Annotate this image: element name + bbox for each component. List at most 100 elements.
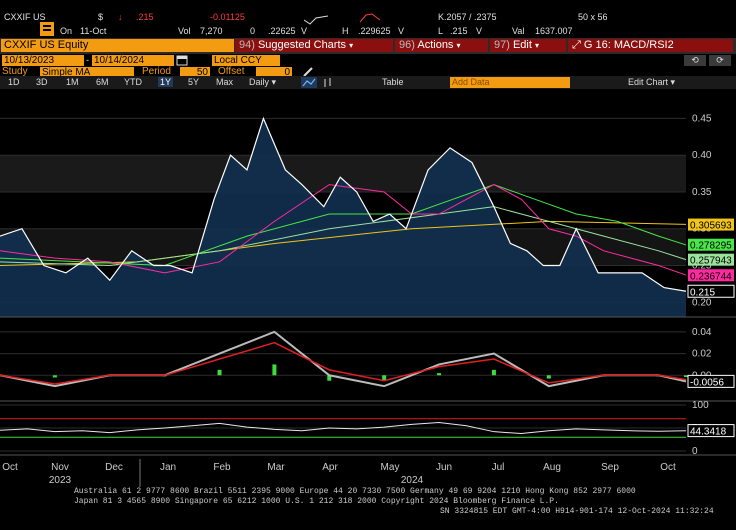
on-label: On (60, 26, 73, 36)
sparkline-high-icon (360, 13, 380, 23)
chevron-down-icon: ▾ (456, 41, 461, 50)
end-date-field[interactable]: 10/14/2024 (92, 55, 174, 66)
table-button[interactable]: Table (382, 77, 404, 87)
range-3d[interactable]: 3D (36, 77, 48, 87)
suggested-charts-menu[interactable]: 94) Suggested Charts ▾ (235, 39, 393, 52)
month-tick-label: Feb (213, 462, 231, 473)
month-tick-label: Oct (2, 462, 18, 473)
vol-label: Vol (178, 26, 191, 36)
expand-icon: ⤢ (572, 39, 581, 51)
price-panel: 0.200.250.300.350.400.450.3056930.278295… (0, 89, 736, 318)
redo-icon[interactable]: ⟳ (709, 55, 731, 66)
undo-icon[interactable]: ⟲ (684, 55, 706, 66)
low-label: L (438, 26, 444, 36)
menu-number: 97) (494, 39, 510, 51)
open: .22625 (268, 26, 296, 36)
macd-histogram-bar (491, 369, 496, 376)
month-tick-label: Apr (322, 462, 338, 473)
ticker: CXXIF US (4, 12, 46, 22)
month-tick-label: Dec (105, 462, 123, 473)
edit-chart-label: Edit Chart (628, 77, 669, 87)
month-tick-label: Mar (267, 462, 285, 473)
range-1d[interactable]: 1D (8, 77, 20, 87)
macd-tick-label: 0.02 (692, 349, 712, 360)
range-1y[interactable]: 1Y (158, 77, 174, 87)
month-tick-label: May (381, 462, 400, 473)
macd-histogram-bar (272, 364, 277, 376)
month-tick-label: Nov (51, 462, 69, 473)
bar-type-icon[interactable] (322, 77, 336, 88)
currency: $ (98, 12, 104, 22)
footer-line-3: SN 3324815 EDT GMT-4:00 H914-901-174 12-… (440, 507, 714, 516)
chart-canvas[interactable]: 0.200.250.300.350.400.450.3056930.278295… (0, 89, 736, 489)
month-tick-label: Oct (660, 462, 676, 473)
macd-bg (0, 321, 736, 397)
macd-last-label: -0.0056 (690, 377, 724, 388)
menu-label: Edit (512, 39, 532, 51)
bid-ask-size: 50 x 56 (578, 12, 608, 22)
sparkline-open-icon (304, 15, 328, 25)
edit-menu[interactable]: 97) Edit ▾ (490, 39, 566, 52)
down-arrow-icon: ↓ (118, 12, 123, 22)
last-value-label: 0.215 (690, 287, 715, 298)
chevron-down-icon: ▾ (349, 41, 354, 50)
val-label: Val (512, 26, 525, 36)
volume: 7,270 (200, 26, 223, 36)
menu-number: 96) (399, 39, 415, 51)
range-ytd[interactable]: YTD (124, 77, 142, 87)
chevron-down-icon: ▾ (670, 77, 676, 87)
last-value-label: 0.278295 (690, 241, 732, 252)
year-tick-label: 2023 (49, 475, 72, 486)
last-value-label: 0.305693 (690, 221, 732, 232)
month-tick-label: Aug (543, 462, 561, 473)
currency-select[interactable]: Local CCY (212, 55, 280, 66)
chevron-down-icon: ▾ (535, 41, 540, 50)
edit-chart-button[interactable]: Edit Chart ▾ (628, 77, 675, 88)
macd-histogram-bar (217, 369, 222, 376)
last-value-label: 0.236744 (690, 271, 732, 282)
line-chart-icon[interactable] (301, 77, 317, 88)
range-1m[interactable]: 1M (66, 77, 79, 87)
range-6m[interactable]: 6M (96, 77, 109, 87)
calendar-icon[interactable] (176, 54, 188, 66)
menu-number: 94) (239, 39, 255, 51)
month-tick-label: Sep (601, 462, 619, 473)
frequency-select[interactable]: Daily ▾ (249, 77, 276, 88)
rsi-last-label: 44.3418 (690, 427, 727, 438)
range-toolbar (0, 76, 736, 89)
month-tick-label: Jan (160, 462, 176, 473)
macd-histogram-bar (546, 375, 551, 379)
menu-label: G 16: MACD/RSI2 (583, 39, 674, 51)
year-tick-label: 2024 (401, 475, 424, 486)
footer-line-1: Australia 61 2 9777 8600 Brazil 5511 239… (74, 487, 636, 496)
bid-ask: K.2057 / .2375 (438, 12, 497, 22)
month-tick-label: Jun (436, 462, 452, 473)
high: .229625 (358, 26, 391, 36)
actions-menu[interactable]: 96) Actions ▾ (395, 39, 488, 52)
high-unit: V (398, 26, 405, 36)
security-field[interactable]: CXXIF US Equity (1, 39, 234, 52)
price-tick-label: 0.40 (692, 150, 712, 161)
price-tick-label: 0.20 (692, 297, 712, 308)
last-price: .215 (136, 12, 154, 22)
price-tick-label: 0.35 (692, 187, 712, 198)
on-date: 11-Oct (80, 26, 107, 36)
value: 1637.007 (535, 26, 573, 36)
high-label: H (342, 26, 349, 36)
chart-template-menu[interactable]: ⤢ G 16: MACD/RSI2 (568, 39, 733, 52)
news-icon[interactable] (40, 22, 54, 36)
menu-label: Suggested Charts (257, 39, 347, 51)
price-tick-label: 0.45 (692, 113, 712, 124)
frequency-label: Daily (249, 77, 270, 87)
open-unit: V (301, 26, 308, 36)
rsi-tick-label: 100 (692, 400, 709, 411)
macd-histogram-bar (437, 373, 442, 376)
menu-label: Actions (417, 39, 454, 51)
open-label: 0 (250, 26, 256, 36)
range-max[interactable]: Max (216, 77, 233, 87)
start-date-field[interactable]: 10/13/2023 (2, 55, 84, 66)
range-5y[interactable]: 5Y (188, 77, 199, 87)
month-tick-label: Jul (492, 462, 505, 473)
add-data-field[interactable]: Add Data (450, 77, 570, 88)
macd-panel: 0.000.020.04-0.0056 (0, 321, 736, 402)
